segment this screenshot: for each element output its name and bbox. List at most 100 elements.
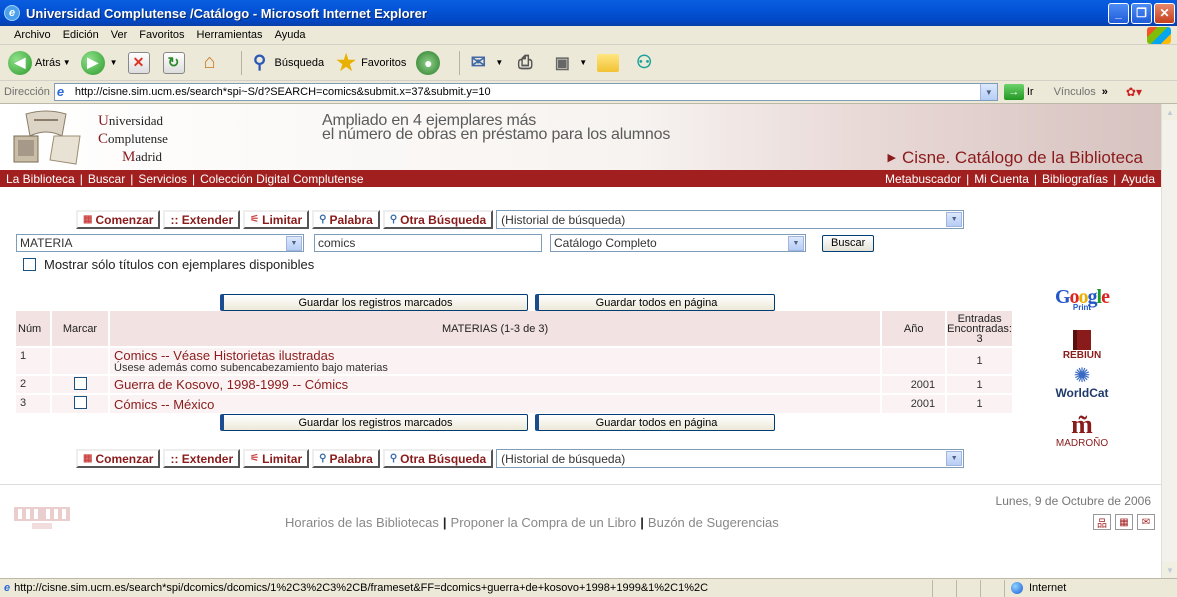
address-dropdown-icon[interactable]: ▼ <box>979 84 997 100</box>
nav-biblioteca[interactable]: La Biblioteca <box>6 172 75 186</box>
menu-favoritos[interactable]: Favoritos <box>133 29 190 41</box>
address-input[interactable]: e http://cisne.sim.ucm.es/search*spi~S/d… <box>53 83 998 101</box>
search-field-select[interactable]: MATERIA ▼ <box>16 234 304 252</box>
nav-servicios[interactable]: Servicios <box>138 172 187 186</box>
subject-link[interactable]: Cómics -- México <box>114 397 214 412</box>
nav-metabuscador[interactable]: Metabuscador <box>885 172 961 186</box>
search-icon: ⚲ <box>252 52 267 72</box>
table-row: 2 Guerra de Kosovo, 1998-1999 -- Cómics … <box>16 374 1014 394</box>
search-button[interactable]: ⚲ Búsqueda <box>248 51 324 75</box>
search-submit-button[interactable]: Buscar <box>822 234 875 252</box>
status-cell <box>956 579 980 597</box>
menu-herramientas[interactable]: Herramientas <box>191 29 269 41</box>
current-date: Lunes, 9 de Octubre de 2006 <box>995 494 1151 508</box>
chevron-down-icon: ▼ <box>286 236 302 251</box>
forward-dropdown-icon[interactable]: ▼ <box>110 58 118 67</box>
nav-buscar[interactable]: Buscar <box>88 172 125 186</box>
menu-edicion[interactable]: Edición <box>57 29 105 41</box>
menu-archivo[interactable]: Archivo <box>8 29 57 41</box>
footer-link-horarios[interactable]: Horarios de las Bibliotecas <box>285 515 439 530</box>
word-button[interactable]: ⚲ Palabra <box>312 210 380 229</box>
scope-select[interactable]: Catálogo Completo ▼ <box>550 234 806 252</box>
word-button[interactable]: ⚲ Palabra <box>312 449 380 468</box>
extend-button[interactable]: :: Extender <box>163 210 241 229</box>
close-button[interactable]: ✕ <box>1154 2 1175 24</box>
nav-mi-cuenta[interactable]: Mi Cuenta <box>974 172 1029 186</box>
scroll-up-icon[interactable]: ▲ <box>1162 104 1177 120</box>
row-checkbox[interactable] <box>73 376 87 390</box>
favorites-button[interactable]: ★ Favoritos <box>334 50 406 75</box>
address-bar: Dirección e http://cisne.sim.ucm.es/sear… <box>0 81 1177 104</box>
book-icon <box>1073 330 1091 350</box>
save-all-button[interactable]: Guardar todos en página <box>535 414 775 431</box>
history-select[interactable]: (Historial de búsqueda) ▼ <box>496 449 965 468</box>
grid-icon: ▦ <box>83 214 93 225</box>
chevron-right-icon[interactable]: » <box>1102 86 1108 98</box>
limit-button[interactable]: ⚟ Limitar <box>243 449 310 468</box>
vertical-scrollbar[interactable]: ▲ ▼ <box>1161 104 1177 578</box>
forward-button[interactable]: ▶ ▼ <box>80 50 118 75</box>
maximize-button[interactable]: ❐ <box>1131 2 1152 24</box>
calendar-icon[interactable]: ▦ <box>1115 514 1133 530</box>
back-button[interactable]: ◀ Atrás ▼ <box>8 50 71 75</box>
go-label: Ir <box>1026 86 1034 98</box>
back-dropdown-icon[interactable]: ▼ <box>63 58 71 67</box>
save-marked-button[interactable]: Guardar los registros marcados <box>220 414 528 431</box>
footer-link-proponer[interactable]: Proponer la Compra de un Libro <box>451 515 637 530</box>
toolbar-extension-icon[interactable]: ✿▾ <box>1126 85 1142 99</box>
footer-link-buzon[interactable]: Buzón de Sugerencias <box>648 515 779 530</box>
search-input[interactable]: comics <box>314 234 542 252</box>
limit-button[interactable]: ⚟ Limitar <box>243 210 310 229</box>
start-button[interactable]: ▦ Comenzar <box>76 210 161 229</box>
mail-dropdown-icon[interactable]: ▼ <box>495 58 503 67</box>
stop-button[interactable]: ✕ <box>127 51 153 74</box>
windows-logo-icon <box>1147 27 1171 44</box>
subject-link[interactable]: Comics -- Véase Historietas ilustradas <box>114 348 334 363</box>
messenger-button[interactable]: ⚇ <box>632 51 659 75</box>
mail-icon[interactable]: ✉ <box>1137 514 1155 530</box>
toolbar-separator <box>240 50 242 75</box>
sitemap-icon[interactable]: 品 <box>1093 514 1111 530</box>
rebiun-logo[interactable]: REBIUN <box>1032 330 1132 361</box>
other-search-button[interactable]: ⚲ Otra Búsqueda <box>382 210 494 229</box>
mail-button[interactable]: ✉ ▼ <box>466 51 503 75</box>
other-search-button[interactable]: ⚲ Otra Búsqueda <box>382 449 494 468</box>
nav-bibliografias[interactable]: Bibliografías <box>1042 172 1108 186</box>
header-num: Núm <box>16 311 52 347</box>
home-button[interactable]: ⌂ <box>198 51 225 75</box>
catalog-title: ▶ Cisne. Catálogo de la Biblioteca <box>887 148 1143 167</box>
media-button[interactable]: ● <box>416 50 443 75</box>
minimize-button[interactable]: _ <box>1108 2 1129 24</box>
menu-ver[interactable]: Ver <box>105 29 134 41</box>
save-all-button[interactable]: Guardar todos en página <box>535 294 775 311</box>
announcement-text[interactable]: Ampliado en 4 ejemplares más el número d… <box>322 113 670 143</box>
magnifier-icon: ⚲ <box>389 453 398 464</box>
google-print-logo[interactable]: Google Print <box>1032 286 1132 312</box>
madrono-logo[interactable]: m̃ MADROÑO <box>1032 412 1132 450</box>
nav-coleccion-digital[interactable]: Colección Digital Complutense <box>200 172 363 186</box>
folder-icon <box>597 53 620 72</box>
nav-ayuda[interactable]: Ayuda <box>1121 172 1155 186</box>
go-button[interactable]: → Ir <box>1003 84 1034 100</box>
available-only-checkbox[interactable] <box>23 258 36 271</box>
refresh-button[interactable]: ↻ <box>162 51 188 74</box>
globe-icon <box>1011 582 1023 594</box>
folder-button[interactable] <box>597 53 622 72</box>
history-select[interactable]: (Historial de búsqueda) ▼ <box>496 210 965 229</box>
row-checkbox[interactable] <box>73 396 87 409</box>
links-toolbar[interactable]: Vínculos » ✿▾ <box>1054 85 1142 99</box>
chevron-down-icon: ▼ <box>946 451 963 466</box>
edit-dropdown-icon[interactable]: ▼ <box>579 58 587 67</box>
subject-link[interactable]: Guerra de Kosovo, 1998-1999 -- Cómics <box>114 377 348 392</box>
save-marked-button[interactable]: Guardar los registros marcados <box>220 294 528 311</box>
start-button[interactable]: ▦ Comenzar <box>76 449 161 468</box>
edit-button[interactable]: ▣ ▼ <box>550 51 587 75</box>
print-button[interactable]: ⎙ <box>513 51 540 75</box>
extend-button[interactable]: :: Extender <box>163 449 241 468</box>
window-titlebar[interactable]: e Universidad Complutense /Catálogo - Mi… <box>0 0 1177 26</box>
scroll-down-icon[interactable]: ▼ <box>1162 562 1177 578</box>
menu-ayuda[interactable]: Ayuda <box>269 29 312 41</box>
main-nav: La Biblioteca | Buscar | Servicios | Colección… <box>0 170 1161 187</box>
worldcat-logo[interactable]: ✺ WorldCat <box>1032 366 1132 400</box>
university-name: Universidad Complutense Madrid <box>98 113 168 165</box>
